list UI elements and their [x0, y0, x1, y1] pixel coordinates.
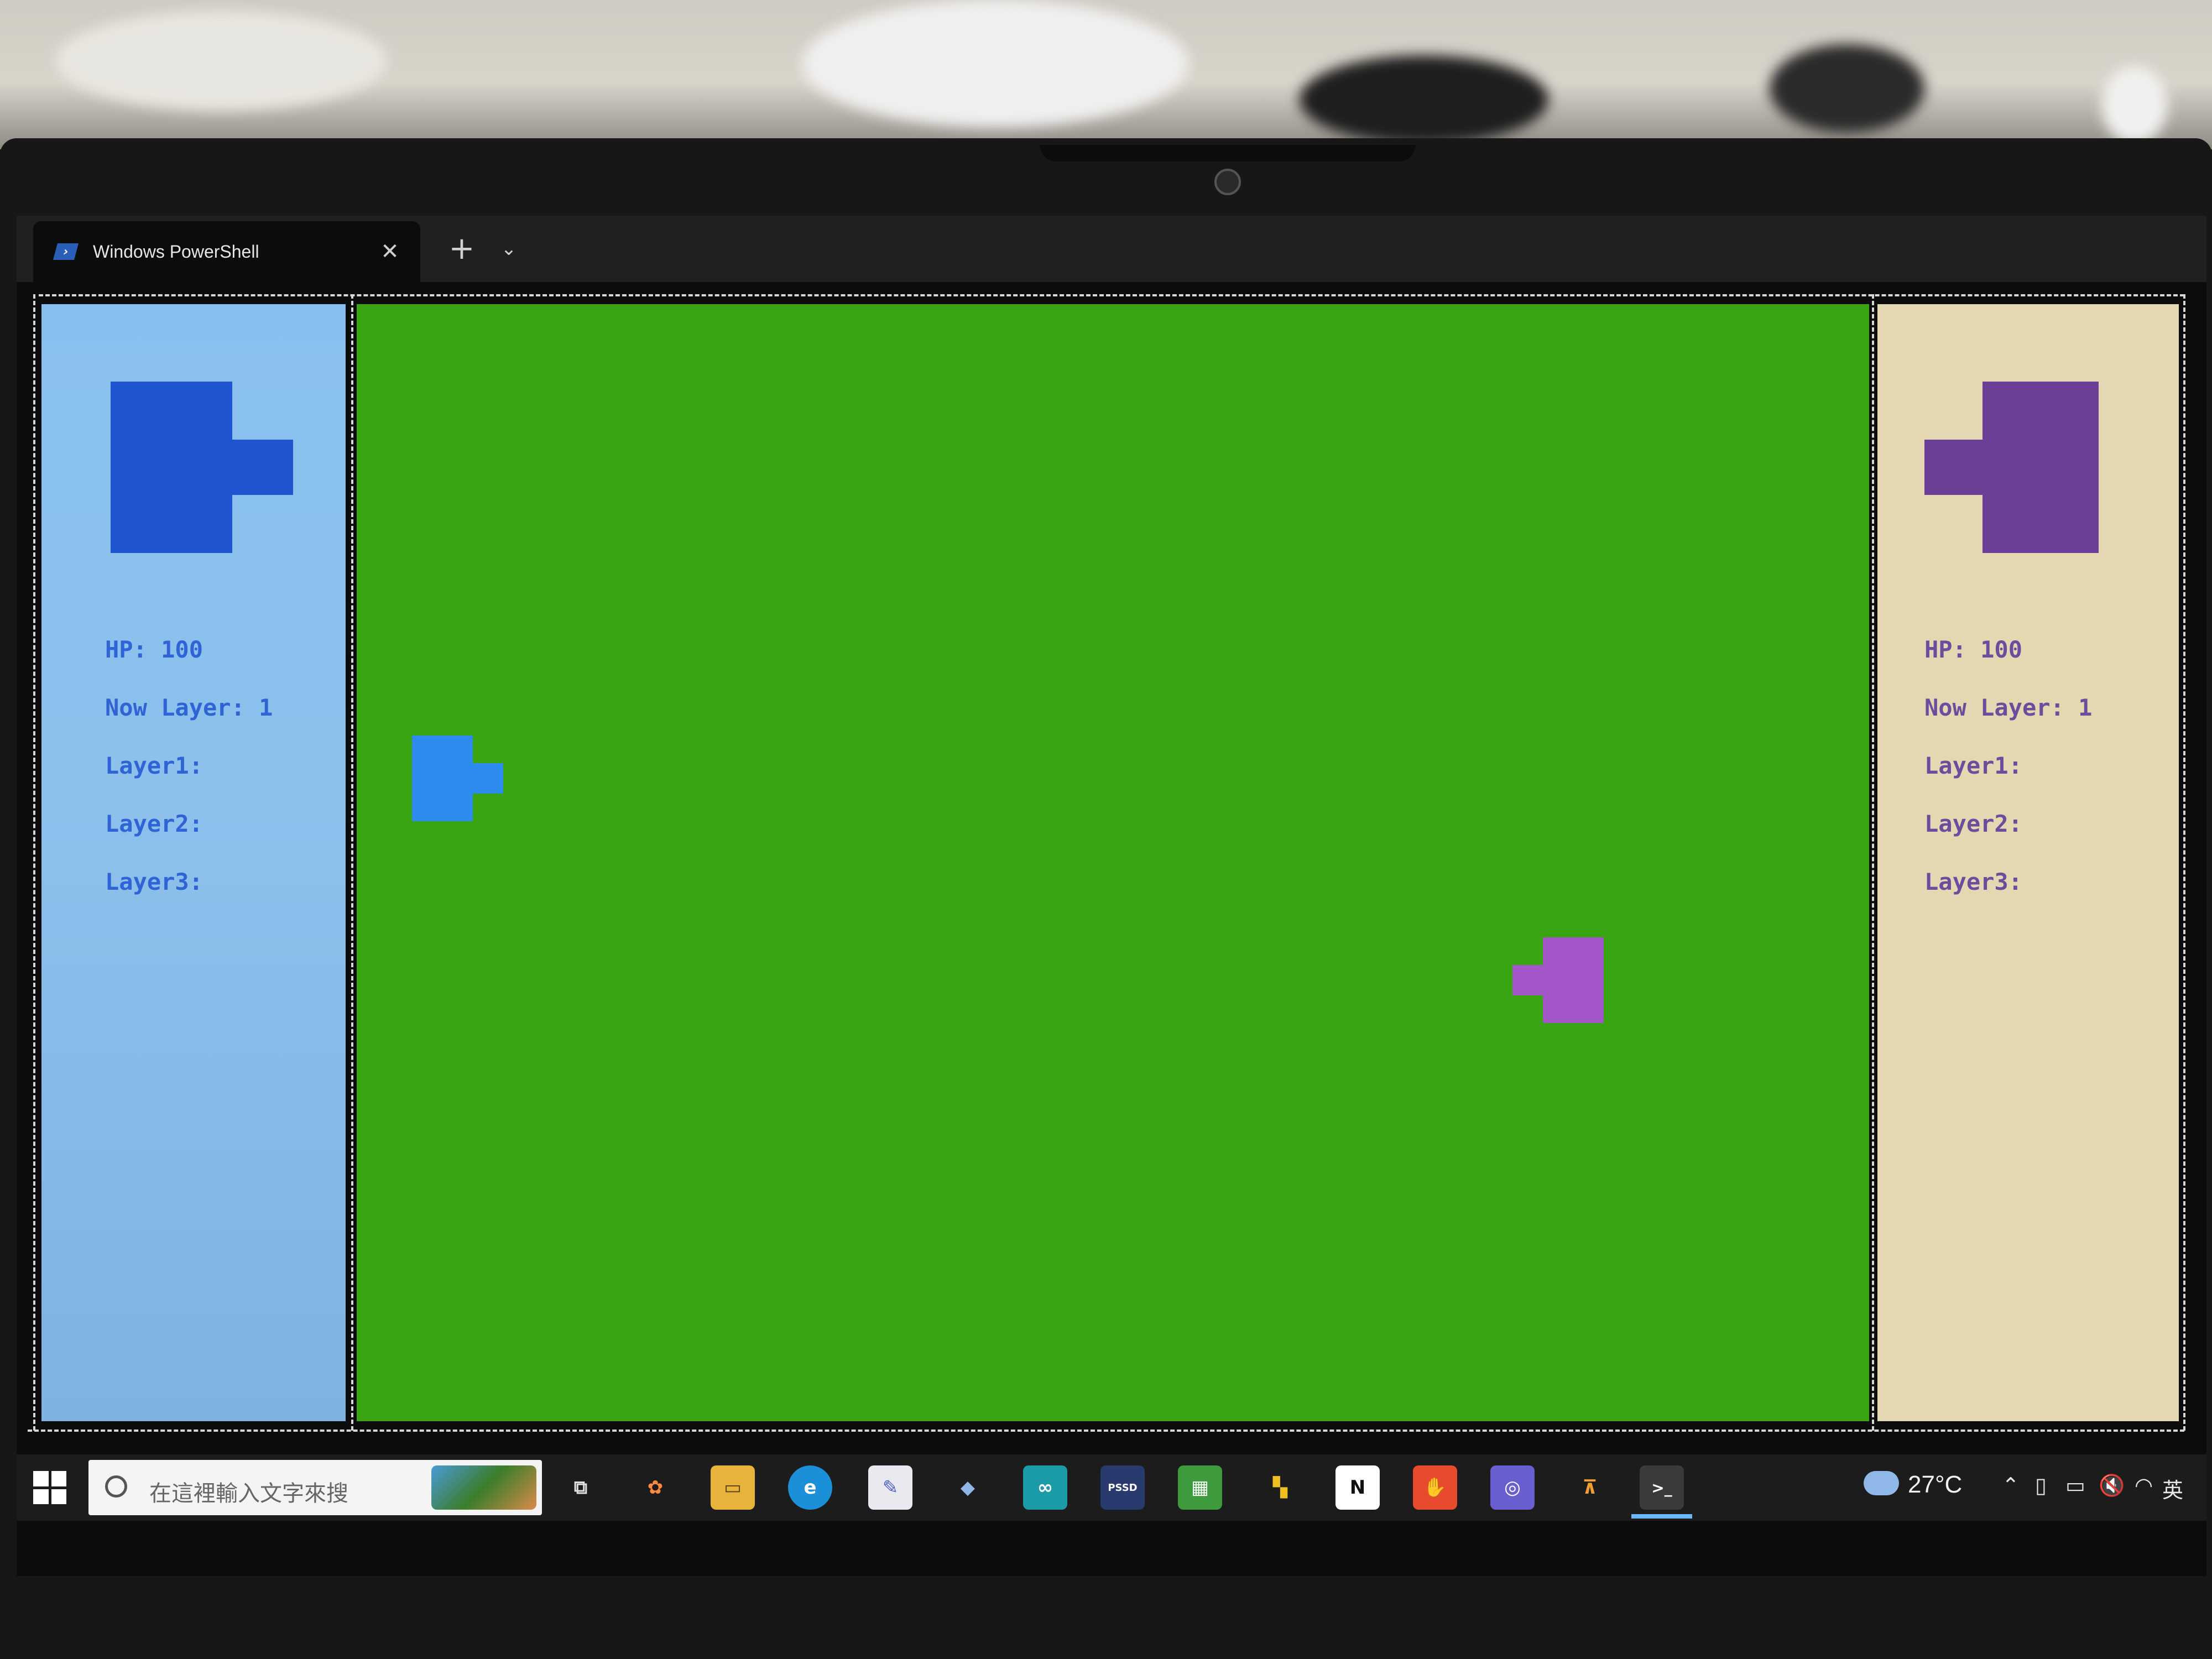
frame-divider-left	[351, 294, 353, 1431]
player-right-hp: HP: 100	[1924, 636, 2023, 663]
frame-left-border	[33, 294, 35, 1431]
windows-logo-pane	[33, 1489, 49, 1504]
laptop-screen: › Windows PowerShell ✕ + ⌄ HP: 100 Now L…	[17, 216, 2206, 1576]
notepad-icon[interactable]: ◆	[946, 1465, 990, 1510]
system-tray: 27°C ⌃ ▯ ▭ 🔇 ◠ 英	[1864, 1454, 2195, 1521]
speaker-muted-icon[interactable]: 🔇	[2099, 1473, 2125, 1498]
windows-logo-pane	[51, 1471, 66, 1486]
font-app-icon[interactable]: ⊼	[1568, 1465, 1612, 1510]
edge-icon[interactable]: e	[788, 1465, 832, 1510]
chevron-down-icon[interactable]: ⌄	[489, 229, 528, 268]
terminal-icon[interactable]: >_	[1640, 1465, 1684, 1510]
excel-like-icon[interactable]: ▦	[1178, 1465, 1222, 1510]
task-view-icon[interactable]: ⧉	[559, 1465, 603, 1510]
player-right-now-layer: Now Layer: 1	[1924, 694, 2093, 721]
player-right-layer3: Layer3:	[1924, 868, 2023, 895]
weather-cloud-icon[interactable]	[1864, 1471, 1899, 1495]
taskbar-search-box[interactable]: 在這裡輸入文字來搜	[88, 1460, 542, 1515]
bezel-notch	[1040, 145, 1416, 161]
frame-top-border	[39, 294, 2184, 296]
wifi-icon[interactable]: ◠	[2135, 1473, 2153, 1498]
windows-logo-pane	[33, 1471, 49, 1486]
player-left-layer2: Layer2:	[105, 810, 204, 837]
battery-icon[interactable]: ▭	[2065, 1473, 2085, 1498]
tab-title: Windows PowerShell	[93, 241, 259, 262]
pssd-icon[interactable]: PSSD	[1100, 1465, 1145, 1510]
copilot-icon[interactable]: ✿	[633, 1465, 677, 1510]
player-right-tank-barrel	[1512, 965, 1543, 995]
frame-divider-right	[1872, 294, 1874, 1431]
weather-temperature[interactable]: 27°C	[1908, 1471, 1962, 1499]
background-room	[0, 0, 2212, 149]
device-icon[interactable]: ▯	[2035, 1473, 2047, 1498]
paint-icon[interactable]: ✎	[868, 1465, 912, 1510]
player-left-tank-body	[412, 735, 473, 821]
player-right-tank-portrait-barrel	[1924, 440, 1983, 495]
search-placeholder: 在這裡輸入文字來搜	[149, 1481, 348, 1506]
arduino-icon[interactable]: ∞	[1023, 1465, 1067, 1510]
search-highlight-image[interactable]	[431, 1465, 536, 1510]
webcam	[1214, 169, 1241, 195]
tab-windows-powershell[interactable]: › Windows PowerShell ✕	[33, 221, 420, 282]
player-left-tank-portrait-barrel	[232, 440, 293, 495]
player-left-layer3: Layer3:	[105, 868, 204, 895]
console-area: HP: 100 Now Layer: 1 Layer1: Layer2: Lay…	[17, 282, 2206, 1576]
notion-icon[interactable]: N	[1335, 1465, 1380, 1510]
start-button[interactable]	[33, 1471, 66, 1504]
player-left-tank-barrel	[473, 763, 503, 794]
taskbar: 在這裡輸入文字來搜 ⧉ ✿ ▭ e ✎ ◆ ∞ PSSD ▦ ▚ N ✋ ◎ ⊼…	[17, 1454, 2206, 1521]
terminal-titlebar: › Windows PowerShell ✕ + ⌄	[17, 216, 2206, 282]
player-right-layer2: Layer2:	[1924, 810, 2023, 837]
search-icon	[105, 1475, 127, 1498]
windows-logo-pane	[51, 1489, 66, 1504]
chevron-up-icon[interactable]: ⌃	[2002, 1473, 2020, 1498]
handshake-app-icon[interactable]: ✋	[1413, 1465, 1457, 1510]
store-icon[interactable]: ▚	[1258, 1465, 1302, 1510]
close-icon[interactable]: ✕	[376, 238, 404, 265]
game-field	[357, 304, 1869, 1421]
player-left-now-layer: Now Layer: 1	[105, 694, 273, 721]
player-right-tank-portrait-body	[1983, 382, 2099, 553]
frame-right-border	[2183, 294, 2185, 1431]
player-right-layer1: Layer1:	[1924, 752, 2023, 779]
new-tab-button[interactable]: +	[442, 229, 481, 268]
player-left-hp: HP: 100	[105, 636, 204, 663]
file-explorer-icon[interactable]: ▭	[711, 1465, 755, 1510]
camera-app-icon[interactable]: ◎	[1490, 1465, 1535, 1510]
powershell-icon: ›	[53, 243, 79, 260]
player-right-tank-body	[1543, 937, 1604, 1023]
player-right-panel: HP: 100 Now Layer: 1 Layer1: Layer2: Lay…	[1877, 304, 2179, 1421]
player-left-tank-portrait-body	[111, 382, 232, 553]
active-app-indicator	[1631, 1514, 1692, 1519]
language-indicator[interactable]: 英	[2162, 1473, 2183, 1504]
player-left-layer1: Layer1:	[105, 752, 204, 779]
player-left-panel: HP: 100 Now Layer: 1 Layer1: Layer2: Lay…	[41, 304, 346, 1421]
